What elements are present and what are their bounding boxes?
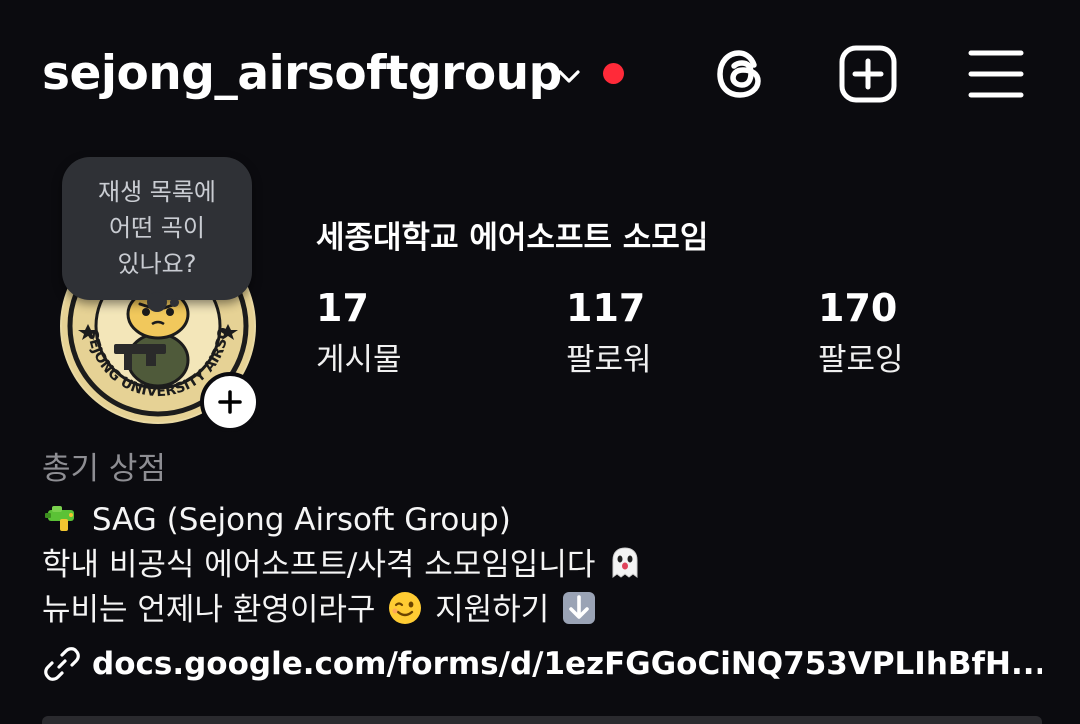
stat-following-value: 170 — [818, 286, 898, 330]
bio-apply-text: 지원하기 — [435, 592, 550, 628]
bio-link-text[interactable]: docs.google.com/forms/d/1ezFGGoCiNQ753VP… — [92, 646, 1042, 682]
down-arrow-icon — [563, 592, 596, 624]
winking-face-icon — [389, 592, 422, 624]
note-bubble-tail-small — [170, 298, 179, 307]
profile-header: sejong_airsoftgroup — [0, 0, 1080, 150]
display-name: 세종대학교 에어소프트 소모임 — [316, 220, 709, 256]
bio-link[interactable]: docs.google.com/forms/d/1ezFGGoCiNQ753VP… — [42, 638, 1042, 690]
plus-icon — [218, 390, 242, 414]
note-line: 있나요? — [117, 250, 197, 278]
stat-followers-value: 117 — [566, 286, 646, 330]
username-title[interactable]: sejong_airsoftgroup — [42, 42, 562, 106]
threads-icon[interactable] — [709, 42, 773, 106]
bio-line-3-text: 뉴비는 언제나 환영이라구 — [42, 592, 376, 628]
link-icon — [44, 647, 80, 681]
profile-category: 총기 상점 — [42, 451, 166, 487]
plus-square-icon[interactable] — [836, 42, 900, 106]
note-line: 어떤 곡이 — [109, 214, 205, 242]
stat-posts-label: 게시물 — [316, 342, 402, 378]
stat-following-label: 팔로잉 — [818, 342, 904, 378]
note-bubble[interactable]: 재생 목록에 어떤 곡이 있나요? — [62, 157, 252, 300]
notification-dot — [603, 63, 624, 84]
add-story-button[interactable] — [200, 372, 260, 432]
hamburger-menu-icon[interactable] — [964, 42, 1028, 106]
stat-followers-label: 팔로워 — [566, 342, 652, 378]
stat-following[interactable]: 170 팔로잉 — [818, 284, 1018, 386]
bio-line-3: 뉴비는 언제나 환영이라구 지원하기 — [42, 588, 599, 632]
stat-posts[interactable]: 17 게시물 — [316, 284, 516, 386]
chevron-down-icon[interactable] — [553, 60, 585, 92]
bio-line-2: 학내 비공식 에어소프트/사격 소모임입니다 — [42, 543, 645, 587]
next-section-edge — [42, 716, 1042, 724]
ghost-icon — [612, 547, 638, 578]
bio-line-1-text: SAG (Sejong Airsoft Group) — [91, 502, 511, 538]
note-line: 재생 목록에 — [97, 178, 217, 206]
stat-followers[interactable]: 117 팔로워 — [566, 284, 766, 386]
bio-line-2-text: 학내 비공식 에어소프트/사격 소모임입니다 — [42, 547, 596, 583]
water-pistol-icon — [45, 506, 74, 531]
bio-line-1: SAG (Sejong Airsoft Group) — [42, 498, 511, 542]
stat-posts-value: 17 — [316, 286, 369, 330]
note-bubble-tail — [147, 292, 167, 312]
